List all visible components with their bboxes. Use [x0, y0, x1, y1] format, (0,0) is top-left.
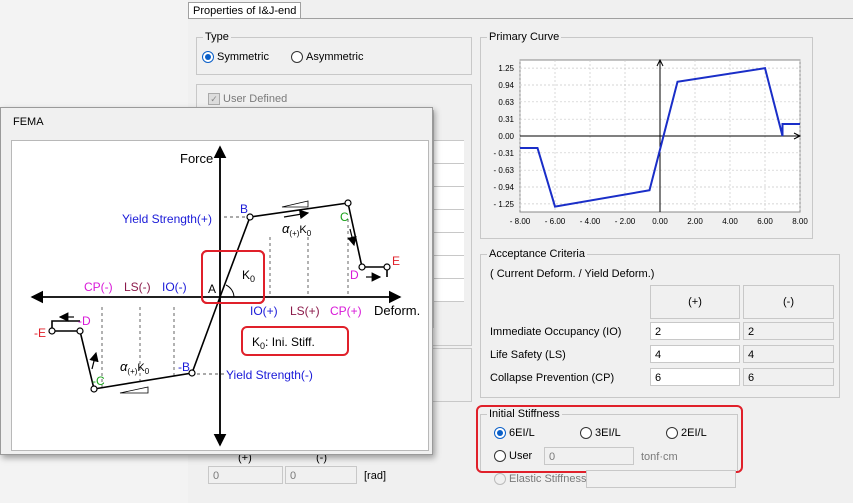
arrow-icon: [283, 209, 310, 220]
cp-pos-label: CP(+): [330, 304, 362, 318]
y-tick-label: 0.31: [498, 115, 514, 124]
asymmetric-label: Asymmetric: [306, 51, 364, 63]
point-c-label: C: [340, 210, 349, 224]
x-tick-label: 0.00: [652, 217, 668, 226]
fema-backbone-diagram: Force Deform. Yield Strength(+) Yield St…: [30, 145, 420, 447]
radio-disabled-icon: [494, 473, 506, 486]
x-tick-label: - 4.00: [580, 217, 601, 226]
point-neg-c-label: -C: [92, 374, 105, 388]
ls-row-label: Life Safety (LS): [490, 349, 566, 361]
ls-pos-input[interactable]: 4: [650, 345, 740, 363]
cp-row-label: Collapse Prevention (CP): [490, 372, 615, 384]
point-e-label: E: [392, 254, 400, 268]
yield-strength-pos: Yield Strength(+): [122, 212, 212, 226]
ls-neg-input[interactable]: 4: [743, 345, 834, 363]
x-tick-label: 6.00: [757, 217, 773, 226]
y-tick-label: 0.63: [498, 98, 514, 107]
stiffness-highlight: [476, 405, 743, 473]
x-tick-label: 2.00: [687, 217, 703, 226]
io-neg-input[interactable]: 2: [743, 322, 834, 340]
tab-properties[interactable]: Properties of I&J-end: [188, 2, 302, 19]
y-tick-label: 0.94: [498, 81, 514, 90]
symmetric-label: Symmetric: [217, 51, 269, 63]
point-neg-d-label: -D: [78, 314, 91, 328]
yield-strength-neg: Yield Strength(-): [226, 368, 313, 382]
io-neg-label: IO(-): [162, 280, 187, 294]
x-tick-label: - 2.00: [615, 217, 636, 226]
io-pos-label: IO(+): [250, 304, 278, 318]
fema-diagram-panel: Force Deform. Yield Strength(+) Yield St…: [11, 140, 429, 451]
acceptance-subtitle: ( Current Deform. / Yield Deform.): [490, 268, 655, 280]
fema-window: FEMA Force Deform. Yield Strength(+) Yie…: [0, 107, 433, 455]
point-a-label: A: [208, 282, 216, 296]
type-group-title: Type: [203, 31, 231, 43]
k0-angle-arc: [225, 284, 235, 298]
hidden-input-col: [433, 110, 464, 328]
elastic-stiffness-value: [586, 470, 736, 488]
bottom-unit: [rad]: [364, 470, 387, 482]
k0-label: K0: [242, 268, 255, 284]
tab-divider: [188, 18, 853, 19]
fema-window-title: FEMA: [13, 116, 44, 128]
backbone-tail-neg: [51, 320, 80, 331]
bottom-pos-input[interactable]: 0: [208, 466, 283, 484]
x-tick-label: 4.00: [722, 217, 738, 226]
x-tick-label: 8.00: [792, 217, 808, 226]
k0-note: K0: Ini. Stiff.: [252, 335, 315, 351]
ls-neg-label: LS(-): [124, 280, 151, 294]
arrow-icon: [89, 351, 99, 370]
asymmetric-radio[interactable]: Asymmetric: [291, 51, 364, 64]
alpha-pos-label: α(+)K0: [282, 221, 312, 238]
radio-selected-icon: [202, 51, 214, 64]
symmetric-radio[interactable]: Symmetric: [202, 51, 269, 64]
primary-curve-chart: 1.25 0.94 0.63 0.31 0.00 - 0.31 - 0.63 - 0.94 - …: [494, 58, 808, 226]
elastic-stiffness-radio[interactable]: Elastic Stiffness :: [494, 473, 593, 486]
io-pos-input[interactable]: 2: [650, 322, 740, 340]
acceptance-criteria-title: Acceptance Criteria: [487, 248, 587, 260]
elastic-stiffness-label: Elastic Stiffness :: [509, 473, 593, 485]
cp-neg-input[interactable]: 6: [743, 368, 834, 386]
x-tick-label: - 6.00: [545, 217, 566, 226]
y-tick-label: - 0.31: [494, 149, 515, 158]
cp-neg-label: CP(-): [84, 280, 113, 294]
point-neg-b-label: -B: [178, 360, 190, 374]
slope-triangle-icon: [119, 386, 149, 394]
alpha-neg-label: α(+)K0: [120, 359, 150, 376]
bottom-neg-input[interactable]: 0: [285, 466, 357, 484]
col-header-pos: (+): [650, 285, 740, 319]
point-neg-e-label: -E: [34, 326, 46, 340]
y-tick-label: - 1.25: [494, 200, 515, 209]
cp-pos-input[interactable]: 6: [650, 368, 740, 386]
force-axis-label: Force: [180, 151, 213, 166]
y-tick-label: - 0.63: [494, 166, 515, 175]
y-tick-label: 0.00: [498, 132, 514, 141]
radio-empty-icon: [291, 51, 303, 64]
slope-triangle-icon: [281, 200, 309, 208]
col-header-neg: (-): [743, 285, 834, 319]
ls-pos-label: LS(+): [290, 304, 320, 318]
y-tick-label: 1.25: [498, 64, 514, 73]
deform-axis-label: Deform.: [374, 303, 420, 318]
point-d-label: D: [350, 268, 359, 282]
x-tick-label: - 8.00: [510, 217, 531, 226]
point-b-label: B: [240, 202, 248, 216]
y-tick-label: - 0.94: [494, 183, 515, 192]
io-row-label: Immediate Occupancy (IO): [490, 326, 622, 338]
primary-curve-title: Primary Curve: [487, 31, 562, 43]
